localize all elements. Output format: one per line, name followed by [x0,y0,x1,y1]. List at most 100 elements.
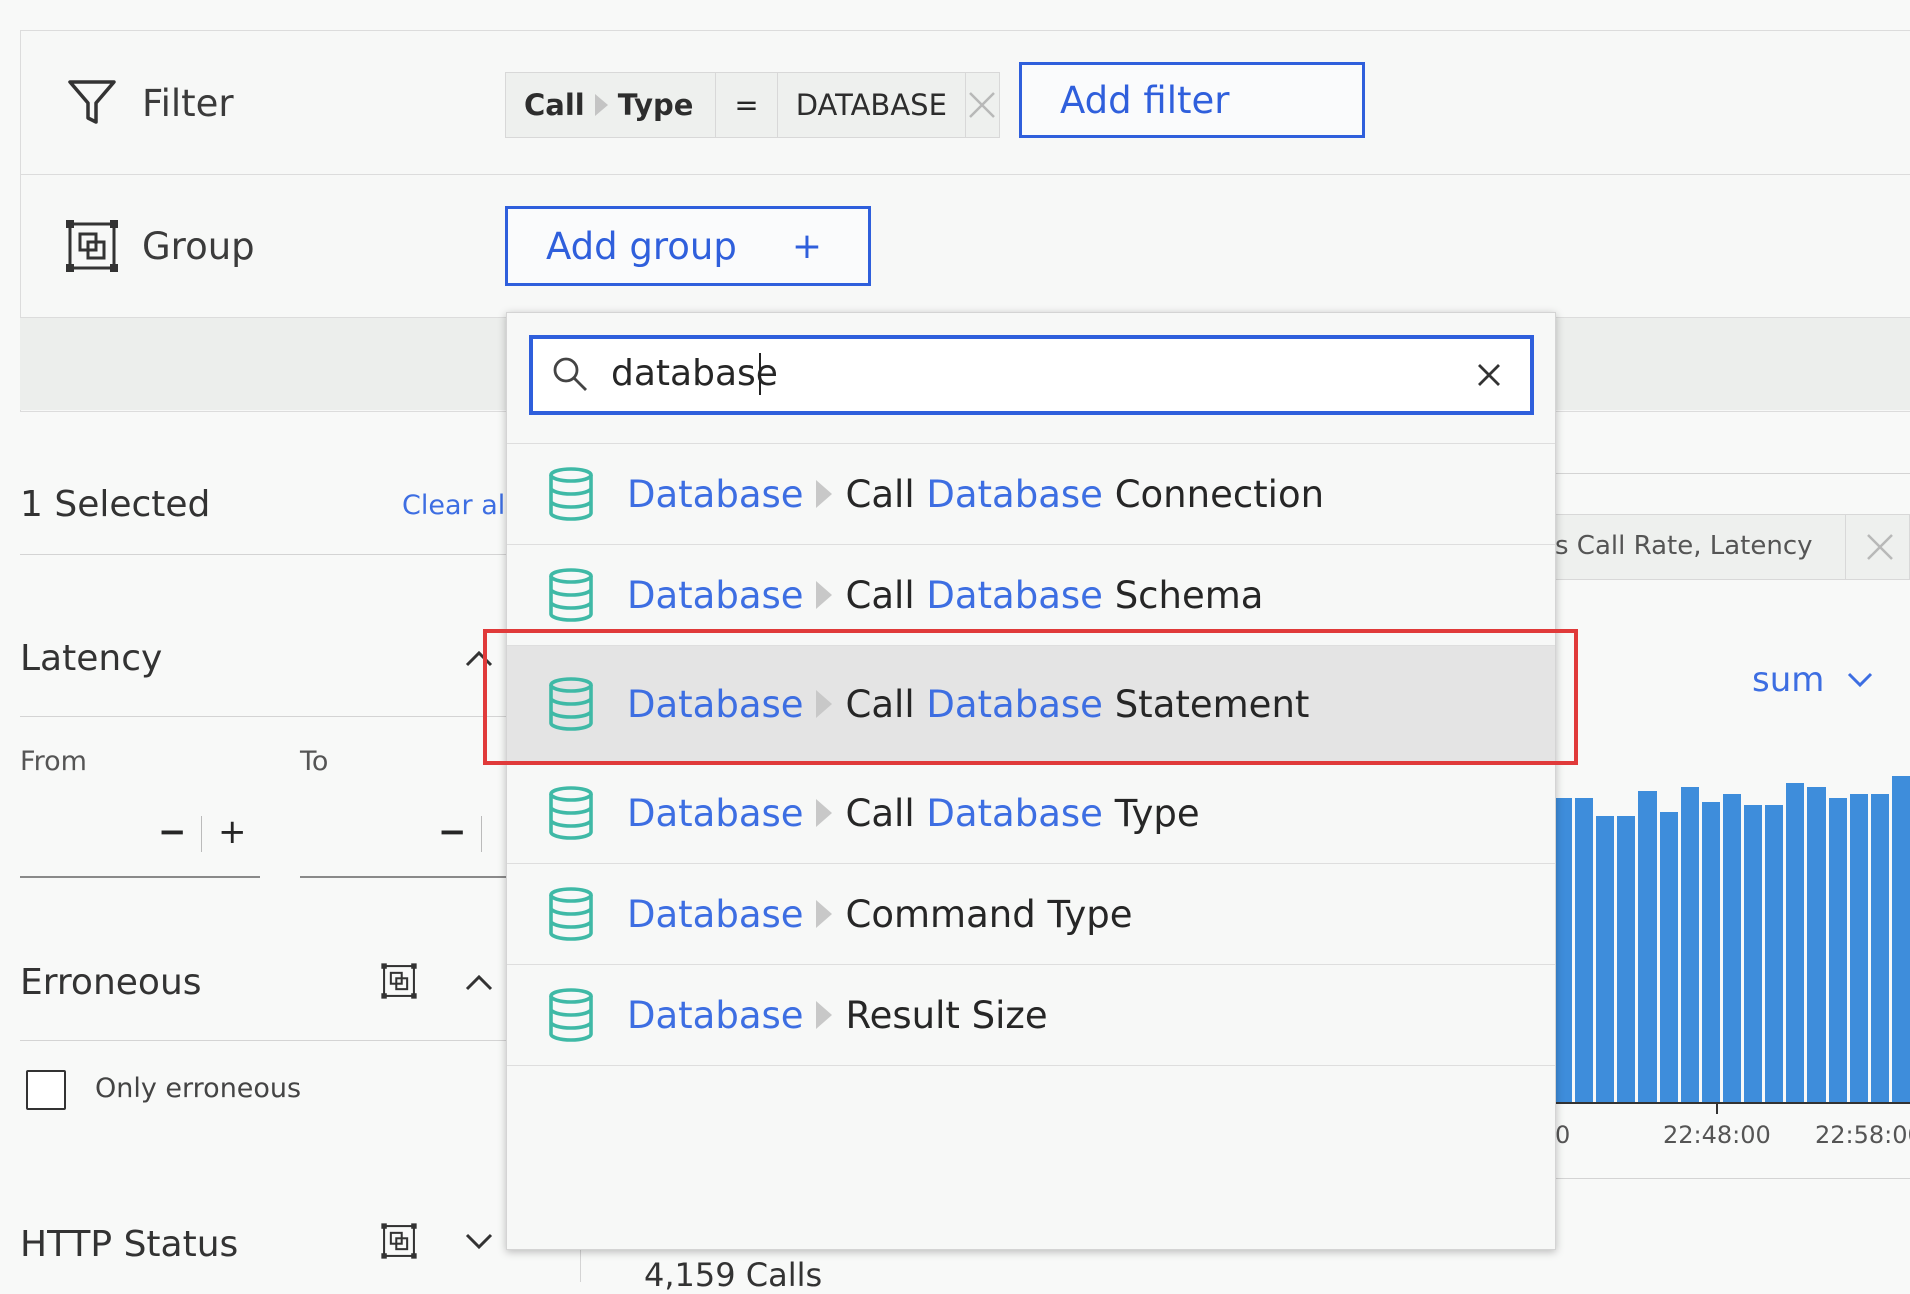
aggregation-select[interactable]: sum [1752,660,1824,700]
search-value: database [611,353,778,394]
chart-x-tick-mark [1716,1102,1718,1114]
option-separator [815,480,832,508]
http-status-section-title: HTTP Status [20,1224,239,1265]
chip-key-separator [594,94,608,116]
histogram-bar [1891,776,1910,1102]
histogram-bar [1786,783,1805,1102]
text-cursor [759,353,761,395]
from-label: From [20,746,87,777]
add-filter-button[interactable]: Add filter [1019,62,1365,138]
decrement-button[interactable]: − [158,812,187,852]
close-icon[interactable] [1865,532,1895,562]
add-group-button[interactable]: Add group + [505,206,871,286]
database-icon [549,568,593,622]
histogram-bar [1744,805,1763,1102]
histogram-bar [1828,797,1847,1102]
option-text: Call [845,791,927,835]
option-text: Call [845,472,927,516]
chip-key-call: Call [524,88,585,122]
chip-divider [1845,515,1846,579]
latency-section-title: Latency [20,638,163,679]
option-separator [815,1001,832,1029]
histogram-bar [1617,816,1636,1102]
chart-x-tick: 22:58:00 [1815,1121,1910,1149]
filter-chip-value: DATABASE [778,73,966,137]
database-icon [549,786,593,840]
metrics-chip[interactable]: s Call Rate, Latency [1554,514,1910,580]
clear-all-link[interactable]: Clear al [402,490,505,521]
only-erroneous-checkbox[interactable] [26,1070,66,1110]
database-icon [549,467,593,521]
histogram-bar [1554,797,1573,1102]
database-icon [549,887,593,941]
option-category: Database [627,791,804,835]
chevron-down-icon[interactable] [1846,670,1874,690]
sidebar-divider [20,1040,510,1041]
histogram-bar [1638,790,1657,1102]
close-icon [969,92,996,118]
option-text: Type [1102,791,1200,835]
option-category: Database [627,993,804,1037]
option-separator [815,581,832,609]
group-by-dropdown: database Database Call Database Connecti… [506,312,1556,1250]
option-category: Database [627,472,804,516]
option-match: Database [926,791,1103,835]
latency-from-input[interactable]: − + [20,800,260,878]
sidebar-divider [20,554,510,555]
filter-chip-operator: = [716,73,778,137]
option-match: Database [926,472,1103,516]
chart-x-tick: 0 [1555,1121,1571,1149]
histogram-bar [1701,801,1720,1102]
search-icon [553,357,587,391]
option-text: Connection [1102,472,1325,516]
filter-chip-key: Call Type [506,73,717,137]
chevron-down-icon[interactable] [464,1232,494,1252]
group-label: Group [142,225,255,268]
latency-to-input[interactable]: − [300,800,506,878]
increment-button[interactable]: + [218,812,247,852]
option-category: Database [627,892,804,936]
calls-histogram [1554,740,1910,1102]
calls-total: 4,159 Calls [644,1256,823,1294]
group-by-icon[interactable] [380,1222,418,1260]
histogram-bar [1680,787,1699,1102]
option-text: Command Type [845,892,1133,936]
option-call-database-connection[interactable]: Database Call Database Connection [507,444,1555,545]
metrics-divider [1554,473,1910,474]
option-text: Schema [1102,573,1264,617]
histogram-bar [1659,812,1678,1102]
filter-label: Filter [142,82,234,125]
option-call-database-type[interactable]: Database Call Database Type [507,763,1555,864]
chart-divider [1554,1178,1910,1179]
chevron-up-icon[interactable] [464,972,494,992]
histogram-bar [1870,794,1889,1102]
chip-key-type: Type [617,88,694,122]
option-separator [815,799,832,827]
erroneous-section-title: Erroneous [20,962,202,1003]
option-category: Database [627,573,804,617]
option-separator [815,900,832,928]
option-text: Call [845,573,927,617]
filter-chip-remove-button[interactable] [966,90,999,120]
histogram-bar [1807,787,1826,1102]
search-input[interactable]: database [529,335,1534,415]
clear-search-icon[interactable] [1476,362,1502,388]
option-result-size[interactable]: Database Result Size [507,965,1555,1066]
option-match: Database [926,573,1103,617]
plus-icon: + [791,225,822,267]
filter-chip[interactable]: Call Type = DATABASE [505,72,1000,138]
group-by-icon[interactable] [380,962,418,1000]
histogram-bar [1765,805,1784,1102]
option-command-type[interactable]: Database Command Type [507,864,1555,965]
histogram-bar [1596,816,1615,1102]
decrement-button[interactable]: − [438,812,467,852]
to-label: To [300,746,329,777]
histogram-bar [1575,797,1594,1102]
option-text: Result Size [845,993,1048,1037]
only-erroneous-label: Only erroneous [95,1073,302,1104]
chart-x-tick: 22:48:00 [1663,1121,1771,1149]
stepper-divider [481,816,482,852]
sidebar-divider [20,716,510,717]
filter-icon [68,80,116,124]
group-icon [66,220,118,272]
